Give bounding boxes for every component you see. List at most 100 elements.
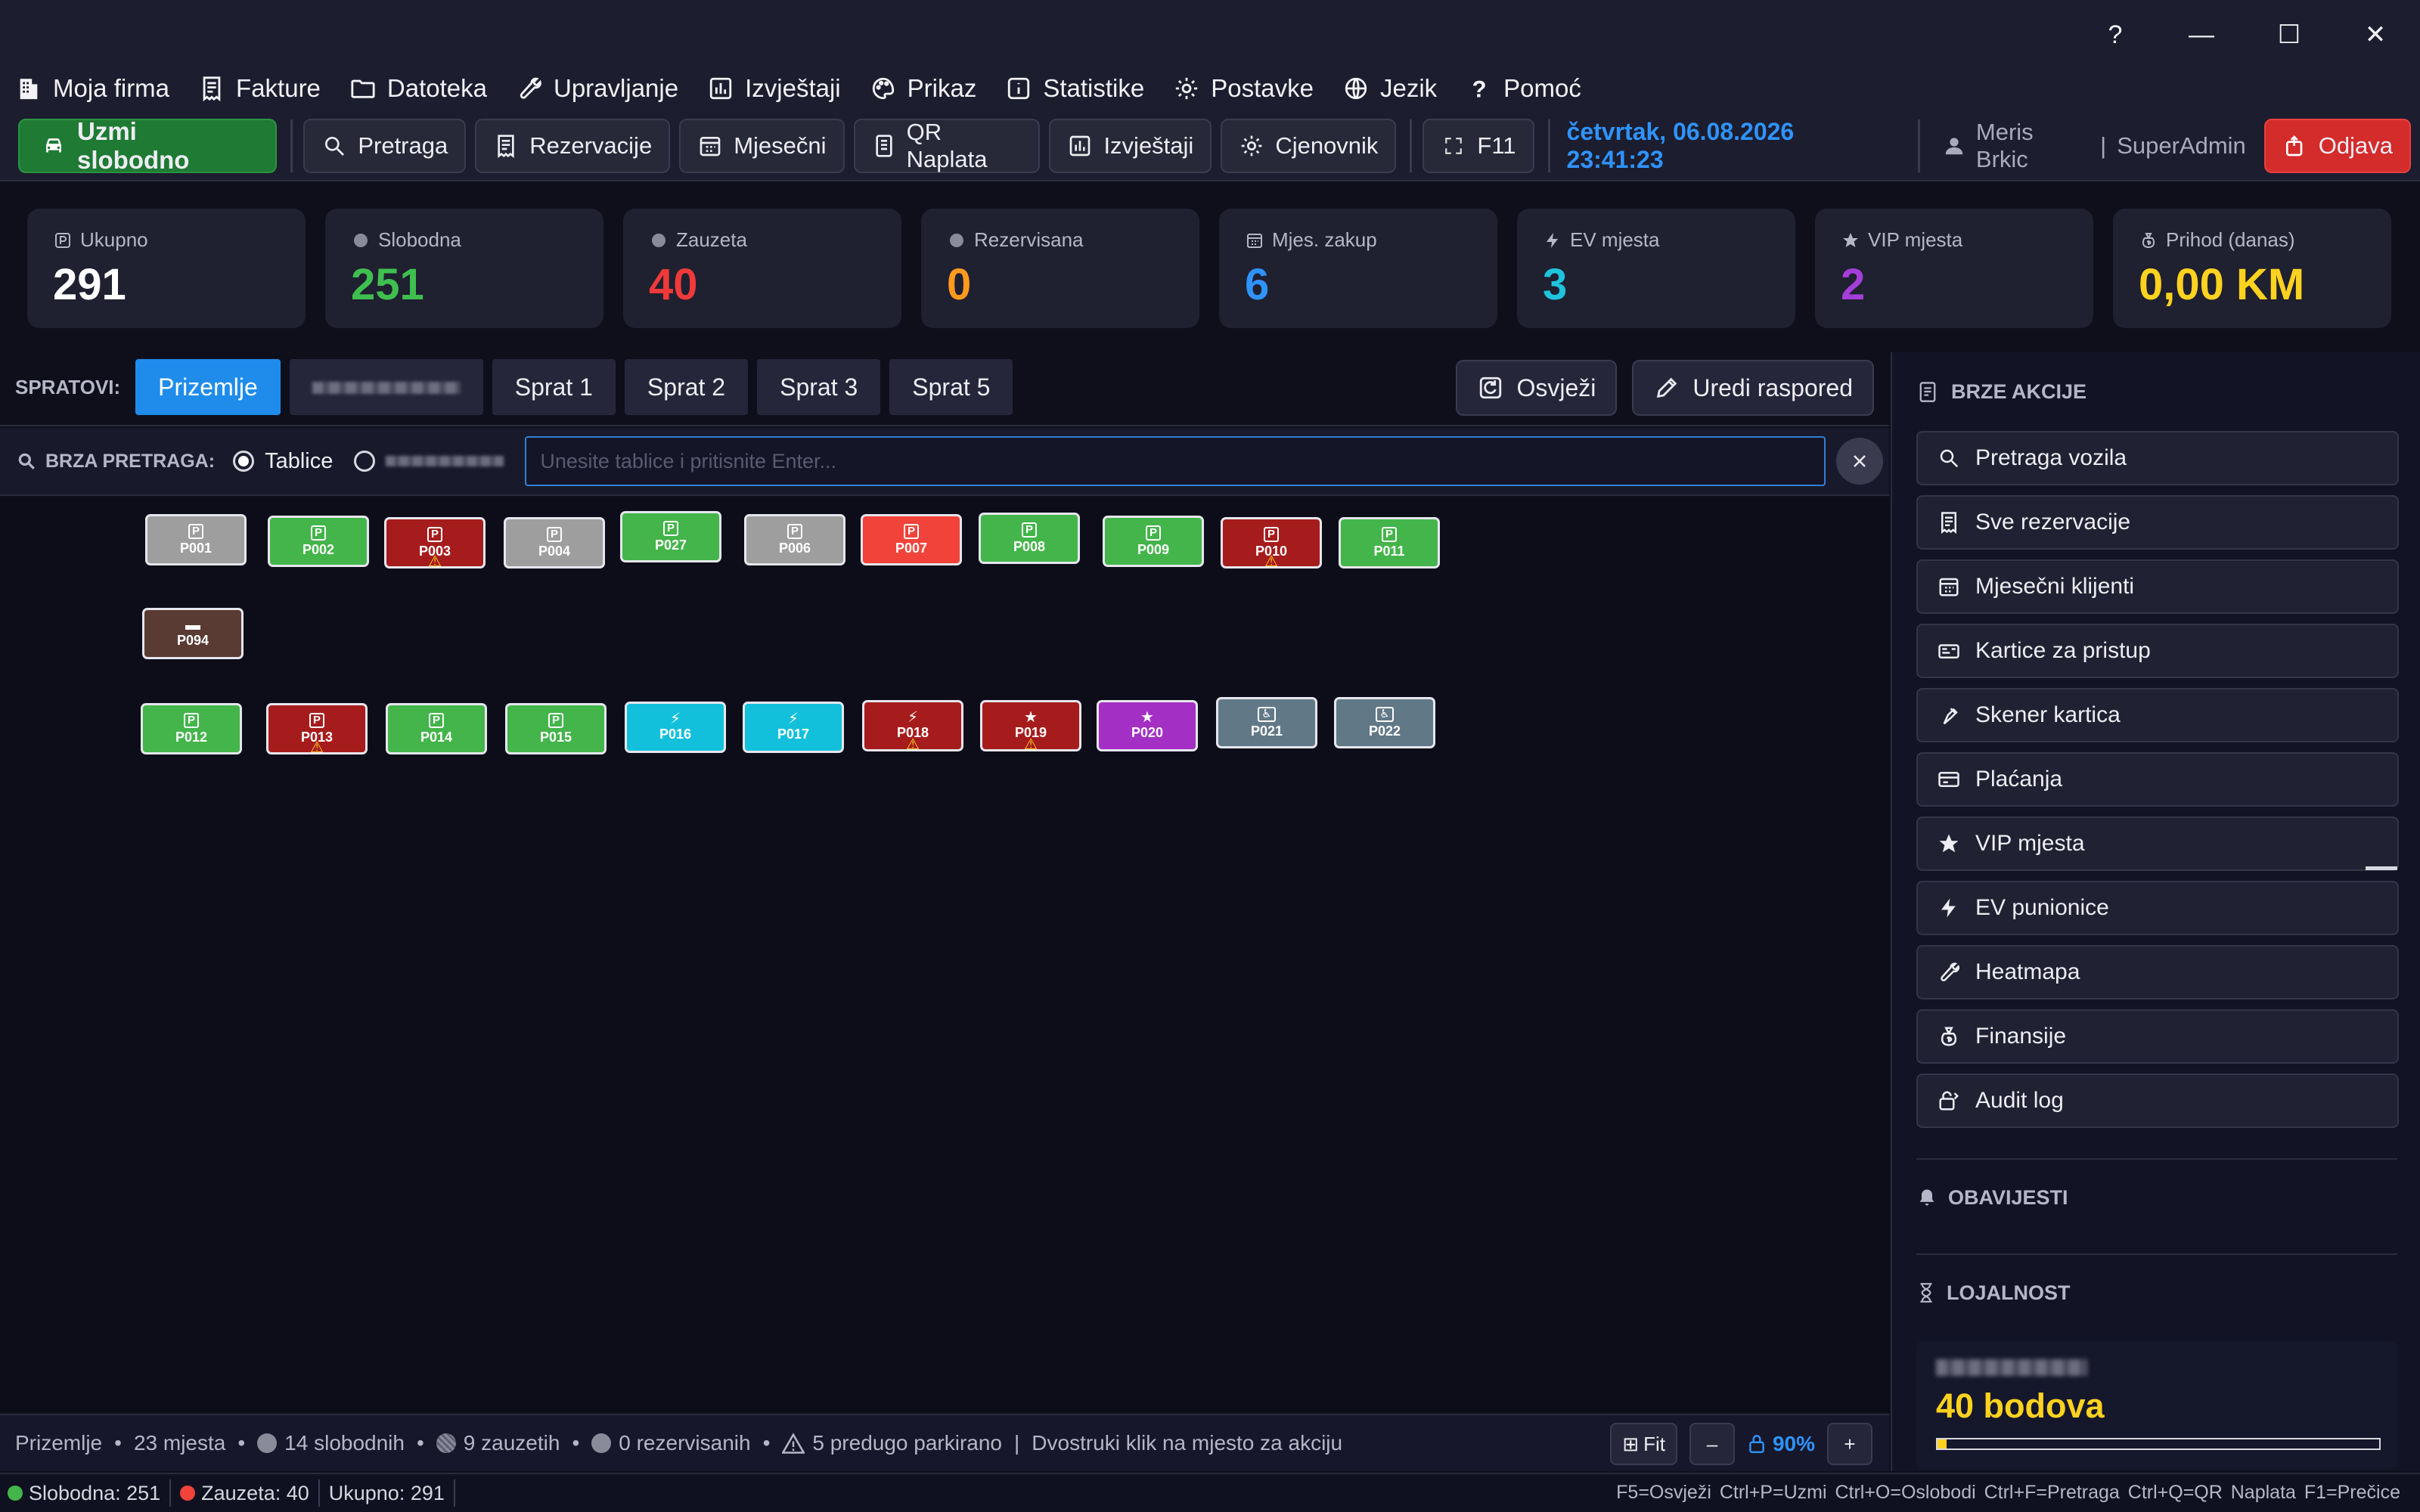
- reports-button[interactable]: Izvještaji: [1049, 119, 1212, 173]
- floor-tab[interactable]: [289, 359, 483, 415]
- maximize-button[interactable]: ☐: [2263, 12, 2316, 57]
- fullscreen-button[interactable]: F11: [1423, 119, 1534, 173]
- notifications-collapse-handle[interactable]: [2366, 866, 2397, 870]
- menu-item-6[interactable]: Prikaz: [870, 74, 976, 103]
- close-window-button[interactable]: ✕: [2349, 12, 2402, 57]
- parking-spot[interactable]: ▬ P094: [142, 608, 244, 659]
- parking-spot[interactable]: P P007: [861, 514, 962, 565]
- logout-button[interactable]: Odjava: [2263, 119, 2412, 173]
- minimize-button[interactable]: —: [2175, 12, 2228, 57]
- help-button[interactable]: ?: [2089, 12, 2142, 57]
- parking-spot[interactable]: P P004: [504, 517, 605, 569]
- loyalty-progress-bar: [1936, 1438, 2381, 1450]
- quick-action-label: Finansije: [1975, 1024, 2067, 1049]
- floor-tab[interactable]: Sprat 2: [624, 359, 749, 415]
- parking-spot[interactable]: P P011: [1339, 517, 1440, 569]
- quick-action-button[interactable]: EV punionice: [1916, 881, 2399, 935]
- menu-item-5[interactable]: Izvještaji: [707, 74, 841, 103]
- reservations-button[interactable]: Rezervacije: [475, 119, 671, 173]
- menu-item-4[interactable]: Upravljanje: [516, 74, 678, 103]
- loyalty-progress-fill: [1938, 1439, 1947, 1448]
- menu-item-2[interactable]: Fakture: [198, 74, 321, 103]
- parking-spot[interactable]: P P002: [268, 516, 369, 567]
- parking-spot[interactable]: P P012: [141, 703, 242, 754]
- floor-tab[interactable]: Sprat 1: [492, 359, 616, 415]
- loyalty-header: LOJALNOST: [1916, 1255, 2397, 1331]
- accessible-icon: ♿: [1258, 706, 1276, 722]
- quick-action-button[interactable]: Mjesečni klijenti: [1916, 559, 2399, 614]
- spot-id: P014: [420, 729, 453, 745]
- quick-action-button[interactable]: VIP mjesta: [1916, 816, 2399, 871]
- parking-spot[interactable]: ★ P019 ⚠: [980, 700, 1081, 752]
- plate-search-input[interactable]: [525, 436, 1826, 486]
- menu-item-7[interactable]: Statistike: [1005, 74, 1144, 103]
- fit-label: Fit: [1643, 1432, 1665, 1455]
- quick-action-button[interactable]: Plaćanja: [1916, 752, 2399, 807]
- quick-action-button[interactable]: Finansije: [1916, 1009, 2399, 1064]
- quick-action-button[interactable]: Skener kartica: [1916, 688, 2399, 742]
- parking-spot[interactable]: P P009: [1103, 516, 1204, 567]
- parking-spot[interactable]: ★ P020: [1097, 700, 1198, 751]
- quick-action-button[interactable]: Sve rezervacije: [1916, 495, 2399, 550]
- stat-card: Mjes. zakup 6: [1219, 209, 1497, 328]
- radio-option-2[interactable]: [354, 451, 376, 472]
- floor-tab[interactable]: Sprat 3: [757, 359, 881, 415]
- zoom-in-button[interactable]: +: [1827, 1423, 1872, 1465]
- menu-item-3[interactable]: Datoteka: [349, 74, 487, 103]
- refresh-button[interactable]: Osvježi: [1456, 360, 1618, 416]
- take-free-spot-button[interactable]: Uzmi slobodno: [18, 117, 278, 174]
- radio-plates[interactable]: [233, 451, 255, 472]
- stat-label-text: Mjes. zakup: [1272, 228, 1377, 251]
- parking-spot[interactable]: P P010 ⚠: [1221, 517, 1322, 569]
- stat-label-text: Zauzeta: [676, 228, 747, 251]
- parking-spot[interactable]: ⚡ P018 ⚠: [862, 700, 963, 752]
- search-icon: [321, 133, 347, 159]
- parking-spot[interactable]: P P001: [145, 514, 247, 565]
- parking-spot[interactable]: P P013 ⚠: [266, 703, 368, 755]
- price-list-button[interactable]: Cjenovnik: [1221, 119, 1397, 173]
- toolbar-divider: [290, 119, 293, 172]
- quick-action-button[interactable]: Audit log: [1916, 1074, 2399, 1128]
- parking-spot[interactable]: P P027: [620, 511, 721, 562]
- menu-item-8[interactable]: Postavke: [1173, 74, 1314, 103]
- fit-button[interactable]: ⊞ Fit: [1610, 1423, 1677, 1465]
- receipt-icon: [493, 133, 519, 159]
- menu-item-1[interactable]: Moja firma: [15, 74, 169, 103]
- parking-spot[interactable]: P P003 ⚠: [384, 517, 486, 569]
- datetime-display: četvrtak, 06.08.2026 23:41:23: [1566, 118, 1795, 173]
- edit-layout-button[interactable]: Uredi raspored: [1632, 360, 1874, 416]
- parking-spot[interactable]: P P014: [386, 703, 487, 754]
- menu-item-label: Upravljanje: [554, 74, 679, 102]
- spot-id: P006: [778, 540, 811, 556]
- floor-tab[interactable]: Sprat 5: [889, 359, 1013, 415]
- star-icon: [1841, 231, 1860, 250]
- parking-spot[interactable]: ⚡ P016: [625, 702, 726, 753]
- menu-item-10[interactable]: ? Pomoć: [1466, 74, 1581, 103]
- parking-spot[interactable]: ♿ P021: [1216, 697, 1317, 748]
- stat-label: Zauzeta: [649, 228, 876, 252]
- floor-tab[interactable]: Prizemlje: [135, 359, 281, 415]
- stat-card: Prihod (danas) 0,00 KM: [2113, 209, 2391, 328]
- quick-action-button[interactable]: Kartice za pristup: [1916, 624, 2399, 678]
- reserved-dot-icon: [591, 1433, 612, 1453]
- quick-action-label: Heatmapa: [1975, 959, 2080, 984]
- accessible-icon: ♿: [1376, 706, 1394, 722]
- search-button[interactable]: Pretraga: [303, 119, 467, 173]
- zoom-out-button[interactable]: –: [1689, 1423, 1735, 1465]
- clear-search-button[interactable]: [1836, 438, 1884, 485]
- quick-action-button[interactable]: Pretraga vozila: [1916, 431, 2399, 485]
- parking-spot[interactable]: ♿ P022: [1334, 697, 1435, 748]
- stat-label-text: Slobodna: [378, 228, 461, 251]
- monthly-button[interactable]: Mjesečni: [679, 119, 845, 173]
- star-icon: ★: [1140, 708, 1154, 726]
- quick-action-button[interactable]: Heatmapa: [1916, 945, 2399, 999]
- stat-label: Prihod (danas): [2139, 228, 2366, 252]
- parking-spot[interactable]: P P015: [505, 703, 607, 754]
- qr-payment-button[interactable]: QR Naplata: [853, 119, 1041, 173]
- menu-item-9[interactable]: Jezik: [1342, 74, 1437, 103]
- parking-spot[interactable]: ⚡ P017: [743, 702, 844, 753]
- receipt-icon: [198, 75, 225, 102]
- parking-icon: P: [662, 520, 678, 536]
- parking-spot[interactable]: P P008: [979, 513, 1080, 564]
- parking-spot[interactable]: P P006: [744, 514, 845, 565]
